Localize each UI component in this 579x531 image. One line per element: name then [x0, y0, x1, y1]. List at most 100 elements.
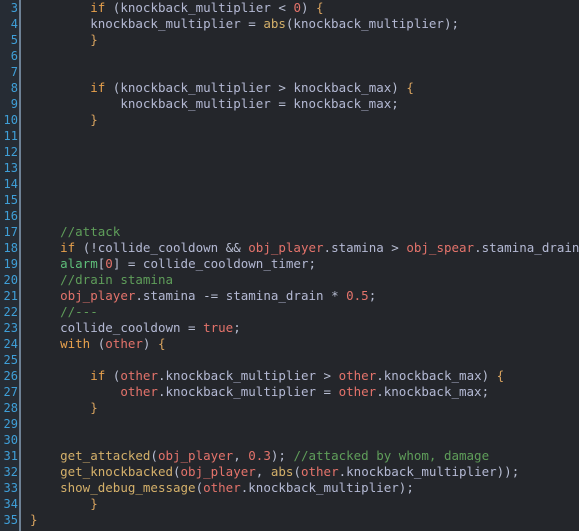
code-line[interactable]: if (other.knockback_multiplier > other.k… [21, 368, 579, 384]
code-line[interactable] [21, 192, 579, 208]
token-op: . [376, 384, 384, 399]
code-line[interactable]: } [21, 32, 579, 48]
token-num: 0 [293, 0, 301, 15]
code-line[interactable] [21, 160, 579, 176]
token-op: -= [195, 288, 226, 303]
code-line[interactable] [21, 352, 579, 368]
code-line[interactable]: //drain stamina [21, 272, 579, 288]
code-line[interactable] [21, 128, 579, 144]
line-number: 20 [3, 273, 18, 287]
code-line[interactable]: if (!collide_cooldown && obj_player.stam… [21, 240, 579, 256]
token-op: ); [398, 480, 414, 495]
code-line[interactable]: other.knockback_multiplier = other.knock… [21, 384, 579, 400]
line-number: 35 [3, 513, 18, 527]
token-punc: { [489, 368, 505, 383]
line-number: 17 [3, 225, 18, 239]
code-line[interactable] [21, 208, 579, 224]
token-op: . [135, 288, 143, 303]
token-punc: { [398, 80, 414, 95]
token-id: knockback_multiplier [248, 480, 399, 495]
line-number: 13 [3, 161, 18, 175]
token-op: ; [233, 320, 241, 335]
line-number: 10 [3, 113, 18, 127]
code-line[interactable]: knockback_multiplier = abs(knockback_mul… [21, 16, 579, 32]
line-number: 24 [3, 337, 18, 351]
token-fn: abs [270, 464, 294, 479]
token-obj: obj_player [248, 240, 324, 255]
token-kw: if [90, 80, 106, 95]
code-editor[interactable]: 3 4 5 6 7 8 9 10 11 12 13 14 15 16 17 18 19 20 21 22 23 24 25 2… [0, 0, 579, 531]
token-cmt: //drain stamina [60, 272, 173, 287]
code-line[interactable] [21, 48, 579, 64]
code-line[interactable]: show_debug_message(other.knockback_multi… [21, 480, 579, 496]
token-id: knockback_multiplier [120, 0, 271, 15]
line-number-list: 3 4 5 6 7 8 9 10 11 12 13 14 15 16 17 18 19 20 21 22 23 24 25 2… [0, 0, 21, 528]
code-line[interactable]: if (knockback_multiplier < 0) { [21, 0, 579, 16]
token-punc: } [90, 400, 98, 415]
token-op: , [255, 464, 271, 479]
line-number: 14 [3, 177, 18, 191]
token-id: stamina [331, 240, 384, 255]
token-op: ; [308, 256, 317, 271]
code-line[interactable]: get_attacked(obj_player, 0.3); //attacke… [21, 448, 579, 464]
token-id: collide_cooldown [60, 320, 181, 335]
token-op: ( [105, 80, 121, 95]
code-line[interactable]: alarm[0] = collide_cooldown_timer; [21, 256, 579, 272]
token-obj: other [338, 368, 377, 383]
token-id: knockback_max [383, 384, 482, 399]
line-number: 22 [3, 305, 18, 319]
code-line[interactable]: with (other) { [21, 336, 579, 352]
code-line[interactable]: //attack [21, 224, 579, 240]
line-number: 9 [10, 97, 18, 111]
line-number: 11 [3, 129, 18, 143]
code-line[interactable]: knockback_multiplier = knockback_max; [21, 96, 579, 112]
token-punc: { [308, 0, 324, 15]
line-number: 29 [3, 417, 18, 431]
token-id: knockback_multiplier [120, 80, 271, 95]
code-line[interactable] [21, 176, 579, 192]
code-line[interactable]: get_knockbacked(obj_player, abs(other.kn… [21, 464, 579, 480]
code-line[interactable]: collide_cooldown = true; [21, 320, 579, 336]
token-obj: obj_player [157, 448, 234, 463]
line-number: 15 [3, 193, 18, 207]
code-line[interactable]: } [21, 400, 579, 416]
token-kw: if [90, 368, 106, 383]
token-op: ( [150, 448, 158, 463]
code-line[interactable]: } [21, 512, 579, 528]
line-number: 19 [3, 257, 18, 271]
token-op: ; [368, 288, 377, 303]
token-op: * [323, 288, 347, 303]
code-line[interactable]: } [21, 496, 579, 512]
line-number-gutter: 3 4 5 6 7 8 9 10 11 12 13 14 15 16 17 18 19 20 21 22 23 24 25 2… [0, 0, 21, 531]
code-line[interactable]: obj_player.stamina -= stamina_drain * 0.… [21, 288, 579, 304]
code-line[interactable] [21, 64, 579, 80]
code-line[interactable]: //--- [21, 304, 579, 320]
code-line[interactable] [21, 144, 579, 160]
token-op: ) [391, 80, 399, 95]
code-content-area[interactable]: if (knockback_multiplier < 0) { knockbac… [21, 0, 579, 531]
token-id: knockback_multiplier [346, 464, 497, 479]
line-number: 23 [3, 321, 18, 335]
code-line[interactable] [21, 432, 579, 448]
token-obj: other [105, 336, 143, 351]
code-line[interactable] [21, 416, 579, 432]
token-fn: abs [263, 16, 286, 31]
code-line[interactable]: } [21, 112, 579, 128]
token-id: stamina [142, 288, 196, 303]
code-line-list: if (knockback_multiplier < 0) { knockbac… [21, 0, 579, 528]
line-number: 8 [10, 81, 18, 95]
code-line[interactable]: if (knockback_multiplier > knockback_max… [21, 80, 579, 96]
line-number: 4 [10, 17, 18, 31]
token-op: . [474, 240, 482, 255]
token-cmt: //attacked by whom, damage [293, 448, 490, 463]
token-obj: obj_player [180, 464, 256, 479]
